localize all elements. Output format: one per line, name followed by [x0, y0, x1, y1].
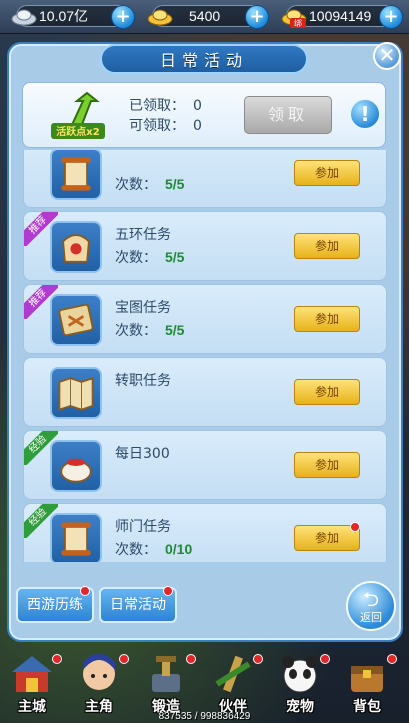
activity-count-label: 次数：	[115, 542, 157, 558]
panel-title: 日常活动	[159, 51, 248, 70]
city-icon	[12, 656, 52, 692]
bag-icon	[351, 666, 383, 692]
forge-icon	[152, 656, 180, 692]
activity-count-label: 次数：	[115, 250, 157, 266]
received-value: 0	[193, 98, 202, 114]
gold-amount: 5400	[189, 8, 221, 24]
silver-ingot-icon	[11, 9, 37, 26]
join-button[interactable]: 参加	[294, 233, 360, 259]
join-button[interactable]: 参加	[294, 160, 360, 186]
activity-count-value: 5/5	[165, 249, 185, 265]
tab-journey-label: 西游历练	[27, 597, 83, 613]
join-button[interactable]: 参加	[294, 379, 360, 405]
activity-reward-box: 活跃点x2 已领取： 0 可领取： 0 领取 !	[22, 82, 386, 148]
info-button[interactable]: !	[349, 98, 381, 130]
activity-row: 转职任务 参加	[23, 357, 387, 427]
scroll-icon	[50, 150, 102, 200]
activity-points-icon: 活跃点x2	[51, 91, 105, 139]
activity-row: 经验 师门任务 次数： 0/10 参加	[23, 503, 387, 562]
add-bound-gold-button[interactable]: +	[379, 5, 403, 29]
activity-list[interactable]: 次数： 5/5 参加 推荐 五环任务 次数： 5/5 参加 推荐 宝图任务 次数： 5/5 参加 转职任务…	[23, 150, 387, 562]
add-gold-button[interactable]: +	[245, 5, 269, 29]
nav-city[interactable]: 主城	[4, 650, 62, 715]
claimable-label: 可领取：	[129, 118, 185, 134]
activity-count-label: 次数：	[115, 323, 157, 339]
join-badge	[350, 522, 360, 532]
claimable-value: 0	[193, 118, 202, 134]
nav-badge	[52, 654, 62, 664]
nav-badge	[253, 654, 263, 664]
bag-icon	[50, 221, 102, 273]
activity-count-value: 5/5	[165, 322, 185, 338]
activity-count-label: 次数：	[115, 177, 157, 193]
scroll-icon	[50, 513, 102, 562]
pet-icon	[282, 656, 318, 693]
bound-gold-currency: 绑 10094149 +	[281, 4, 403, 29]
gold-ingot-icon	[147, 9, 173, 26]
activity-count-value: 0/10	[165, 541, 193, 557]
join-button[interactable]: 参加	[294, 306, 360, 332]
close-button[interactable]: ✕	[373, 42, 401, 70]
bound-gold-ingot-icon: 绑	[281, 9, 307, 28]
currency-bar: 10.07亿 + 5400 + 绑 10094149 +	[0, 0, 409, 34]
nav-partner[interactable]: 伙伴	[205, 650, 263, 715]
activity-row: 推荐 宝图任务 次数： 5/5 参加	[23, 284, 387, 354]
nav-pet[interactable]: 宠物	[272, 650, 330, 715]
claim-button[interactable]: 领取	[244, 96, 332, 134]
nav-badge	[119, 654, 129, 664]
back-button[interactable]: ⮌ 返回	[346, 581, 396, 631]
bound-badge: 绑	[294, 18, 302, 28]
activity-count: 次数： 5/5	[115, 247, 184, 267]
tab-daily-badge	[163, 586, 173, 596]
nav-badge	[387, 654, 397, 664]
activity-row: 次数： 5/5 参加	[23, 150, 387, 208]
activity-name: 五环任务	[115, 227, 171, 243]
footer-counter: 837535 / 998836429	[158, 711, 251, 722]
activity-count: 次数： 5/5	[115, 174, 184, 194]
nav-badge	[186, 654, 196, 664]
tab-journey-badge	[80, 586, 90, 596]
back-arrow-icon: ⮌	[362, 587, 380, 611]
panel-title-bar: 日常活动	[100, 44, 308, 74]
activity-name: 宝图任务	[115, 300, 171, 316]
silver-amount: 10.07亿	[39, 8, 89, 24]
silver-currency: 10.07亿 +	[11, 4, 135, 29]
points-badge: 活跃点x2	[56, 125, 99, 138]
activity-name: 师门任务	[115, 519, 171, 535]
activity-row: 推荐 五环任务 次数： 5/5 参加	[23, 211, 387, 281]
nav-bag[interactable]: 背包	[339, 650, 397, 715]
activity-count-value: 5/5	[165, 176, 185, 192]
join-button[interactable]: 参加	[294, 452, 360, 478]
treasure-map-icon	[50, 294, 102, 346]
activity-row: 经验 每日300 参加	[23, 430, 387, 500]
tab-daily-label: 日常活动	[110, 597, 166, 613]
nav-forge[interactable]: 锻造	[138, 650, 196, 715]
nav-badge	[320, 654, 330, 664]
bound-gold-amount: 10094149	[309, 8, 372, 24]
received-label: 已领取：	[129, 98, 185, 114]
activity-count: 次数： 0/10	[115, 539, 192, 559]
gold-currency: 5400 +	[147, 4, 269, 29]
pot-icon	[50, 440, 102, 492]
activity-name: 每日300	[115, 446, 170, 462]
activity-name: 转职任务	[115, 373, 171, 389]
partner-icon	[215, 655, 251, 693]
map-icon	[50, 367, 102, 419]
activity-count: 次数： 5/5	[115, 320, 184, 340]
nav-hero[interactable]: 主角	[71, 650, 129, 715]
hero-icon	[83, 654, 115, 690]
back-label: 返回	[360, 611, 382, 624]
add-silver-button[interactable]: +	[111, 5, 135, 29]
